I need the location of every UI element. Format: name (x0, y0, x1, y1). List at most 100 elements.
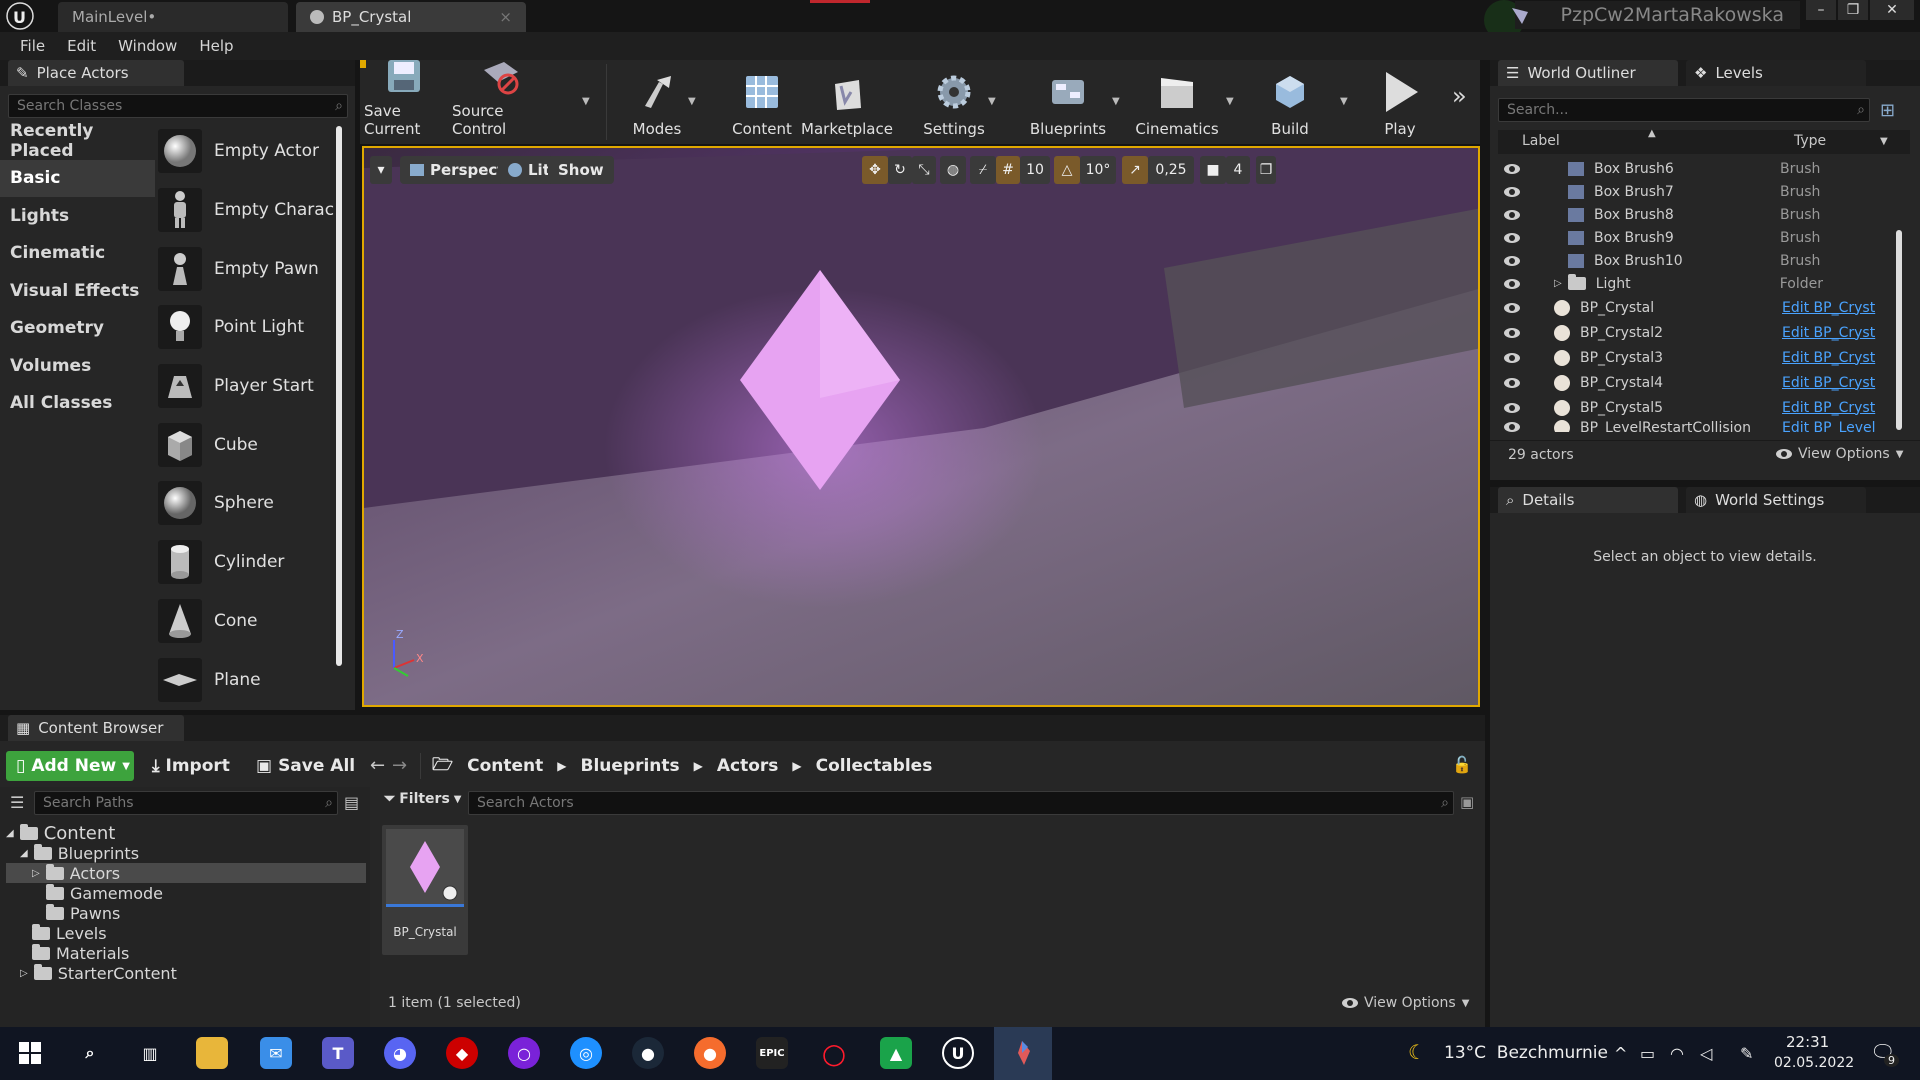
path-options-icon[interactable]: ▤ (344, 793, 359, 812)
asset-tile-bp-crystal[interactable]: BP_Crystal (382, 825, 468, 955)
volume-icon[interactable]: ◁ (1700, 1044, 1712, 1063)
edit-blueprint-link[interactable]: Edit BP_Cryst (1782, 325, 1875, 341)
actor-plane[interactable]: Plane (158, 650, 348, 709)
tree-item-content[interactable]: ◢ Content (6, 823, 366, 844)
back-arrow-icon[interactable]: ← (370, 755, 385, 776)
app-red-icon[interactable]: ◆ (446, 1037, 478, 1069)
category-cinematic[interactable]: Cinematic (0, 235, 155, 273)
grid-snap-value[interactable]: 10 (1020, 156, 1050, 184)
dropdown-arrow-icon[interactable]: ▼ (688, 96, 696, 107)
tab-levels[interactable]: ❖ Levels (1686, 60, 1866, 86)
show-button[interactable]: Show (548, 156, 614, 184)
outliner-row[interactable]: Box Brush7 Brush (1498, 180, 1902, 203)
battery-icon[interactable]: ▭ (1640, 1044, 1655, 1063)
dropdown-arrow-icon[interactable]: ▼ (1112, 96, 1120, 107)
tree-item-blueprints[interactable]: ◢ Blueprints (6, 843, 366, 863)
filters-button[interactable]: ⏷ Filters ▼ (384, 791, 462, 807)
outliner-row[interactable]: Box Brush9 Brush (1498, 226, 1902, 249)
save-search-icon[interactable]: ▣ (1460, 793, 1474, 811)
tab-bp-crystal[interactable]: BP_Crystal × (296, 2, 526, 32)
content-button[interactable]: Content (722, 64, 802, 142)
expand-arrow-icon[interactable]: ◢ (6, 828, 14, 839)
outliner-row[interactable]: BP_LevelRestartCollision Edit BP_Level (1498, 420, 1902, 432)
cinematics-button[interactable]: Cinematics (1132, 64, 1222, 142)
actor-empty-actor[interactable]: Empty Actor (158, 122, 348, 181)
search-classes-input[interactable]: Search Classes ⌕ (8, 94, 348, 118)
expand-arrow-icon[interactable]: ◢ (20, 848, 28, 859)
column-type[interactable]: Type (1794, 133, 1826, 149)
close-button[interactable]: ✕ (1870, 0, 1914, 20)
actor-cube[interactable]: Cube (158, 415, 348, 474)
blueprints-button[interactable]: Blueprints (1028, 64, 1108, 142)
app-blue-icon[interactable]: ◎ (570, 1037, 602, 1069)
world-space-icon[interactable]: ◍ (940, 156, 966, 184)
rotation-snap-value[interactable]: 10° (1080, 156, 1116, 184)
epic-games-icon[interactable]: EPIC (756, 1037, 788, 1069)
edit-blueprint-link[interactable]: Edit BP_Cryst (1782, 375, 1875, 391)
edit-blueprint-link[interactable]: Edit BP_Cryst (1782, 400, 1875, 416)
edit-blueprint-link[interactable]: Edit BP_Cryst (1782, 300, 1875, 316)
outliner-search-input[interactable]: Search... ⌕ (1498, 98, 1870, 122)
pen-icon[interactable]: ✎ (1740, 1044, 1753, 1063)
add-new-button[interactable]: ▯ Add New ▼ (6, 751, 134, 781)
settings-button[interactable]: Settings (914, 64, 994, 142)
opera-icon[interactable]: ○ (818, 1037, 850, 1070)
visibility-eye-icon[interactable] (1504, 186, 1520, 197)
rotation-snap-icon[interactable]: △ (1054, 156, 1080, 184)
outliner-row[interactable]: Box Brush10 Brush (1498, 249, 1902, 272)
unreal-project-icon[interactable] (1006, 1037, 1038, 1069)
chevron-down-icon[interactable]: ▼ (1880, 136, 1888, 147)
category-recently-placed[interactable]: Recently Placed (0, 121, 155, 161)
search-paths-input[interactable]: Search Paths ⌕ (34, 791, 338, 815)
tree-item-materials[interactable]: Materials (6, 943, 366, 963)
modes-button[interactable]: Modes (622, 64, 692, 142)
actor-empty-character[interactable]: Empty Charac (158, 181, 348, 240)
unreal-engine-icon[interactable]: U (942, 1037, 974, 1069)
lock-icon[interactable]: 🔓 (1452, 755, 1472, 774)
category-volumes[interactable]: Volumes (0, 347, 155, 385)
collapse-sources-icon[interactable]: ☰ (10, 793, 24, 812)
breadcrumb-blueprints[interactable]: Blueprints (580, 756, 679, 776)
visibility-eye-icon[interactable] (1504, 302, 1520, 313)
dropdown-arrow-icon[interactable]: ▼ (1226, 96, 1234, 107)
visibility-eye-icon[interactable] (1504, 422, 1520, 432)
search-icon[interactable]: ⌕ (74, 1037, 106, 1069)
outliner-row[interactable]: BP_Crystal5 Edit BP_Cryst (1498, 395, 1902, 420)
actor-sphere[interactable]: Sphere (158, 474, 348, 533)
actor-player-start[interactable]: Player Start (158, 357, 348, 416)
visibility-eye-icon[interactable] (1504, 255, 1520, 266)
forward-arrow-icon[interactable]: → (392, 755, 407, 776)
import-button[interactable]: ⤓ Import (152, 751, 230, 781)
build-button[interactable]: Build (1250, 64, 1330, 142)
scale-snap-icon[interactable]: ↗ (1122, 156, 1148, 184)
level-viewport[interactable]: Z X ▾ Perspective Lit Show ✥ ↻ ⤡ ◍ ⌿ # 1… (362, 146, 1480, 707)
actor-point-light[interactable]: Point Light (158, 298, 348, 357)
outliner-row[interactable]: Box Brush8 Brush (1498, 203, 1902, 226)
camera-speed-value[interactable]: 4 (1226, 156, 1250, 184)
actor-cylinder[interactable]: Cylinder (158, 533, 348, 592)
close-tab-icon[interactable]: × (499, 8, 512, 26)
outliner-row[interactable]: BP_Crystal3 Edit BP_Cryst (1498, 345, 1902, 370)
mail-icon[interactable]: ✉ (260, 1037, 292, 1069)
visibility-eye-icon[interactable] (1504, 232, 1520, 243)
dropdown-arrow-icon[interactable]: ▼ (1340, 96, 1348, 107)
toolbar-overflow-icon[interactable]: » (1452, 82, 1467, 110)
outliner-row[interactable]: BP_Crystal4 Edit BP_Cryst (1498, 370, 1902, 395)
clock-date[interactable]: 02.05.2022 (1774, 1055, 1854, 1071)
weather-text[interactable]: 13°C Bezchmurnie (1444, 1043, 1608, 1063)
translate-tool-icon[interactable]: ✥ (862, 156, 888, 184)
actor-cone[interactable]: Cone (158, 592, 348, 651)
category-all-classes[interactable]: All Classes (0, 385, 155, 423)
tree-item-startercontent[interactable]: ▷ StarterContent (6, 963, 366, 983)
tab-content-browser[interactable]: ▦ Content Browser (8, 715, 184, 741)
expand-arrow-icon[interactable]: ▷ (20, 968, 28, 979)
outliner-row-folder[interactable]: ▷ Light Folder (1498, 272, 1902, 295)
wifi-icon[interactable]: ◠ (1670, 1044, 1684, 1063)
dropdown-arrow-icon[interactable]: ▼ (582, 96, 590, 107)
breadcrumb-content[interactable]: Content (467, 756, 543, 776)
surface-snap-icon[interactable]: ⌿ (970, 156, 996, 184)
add-folder-icon[interactable]: ⊞ (1880, 100, 1902, 122)
tree-item-pawns[interactable]: Pawns (6, 903, 366, 923)
outliner-row[interactable]: BP_Crystal2 Edit BP_Cryst (1498, 320, 1902, 345)
menu-file[interactable]: File (12, 35, 53, 57)
